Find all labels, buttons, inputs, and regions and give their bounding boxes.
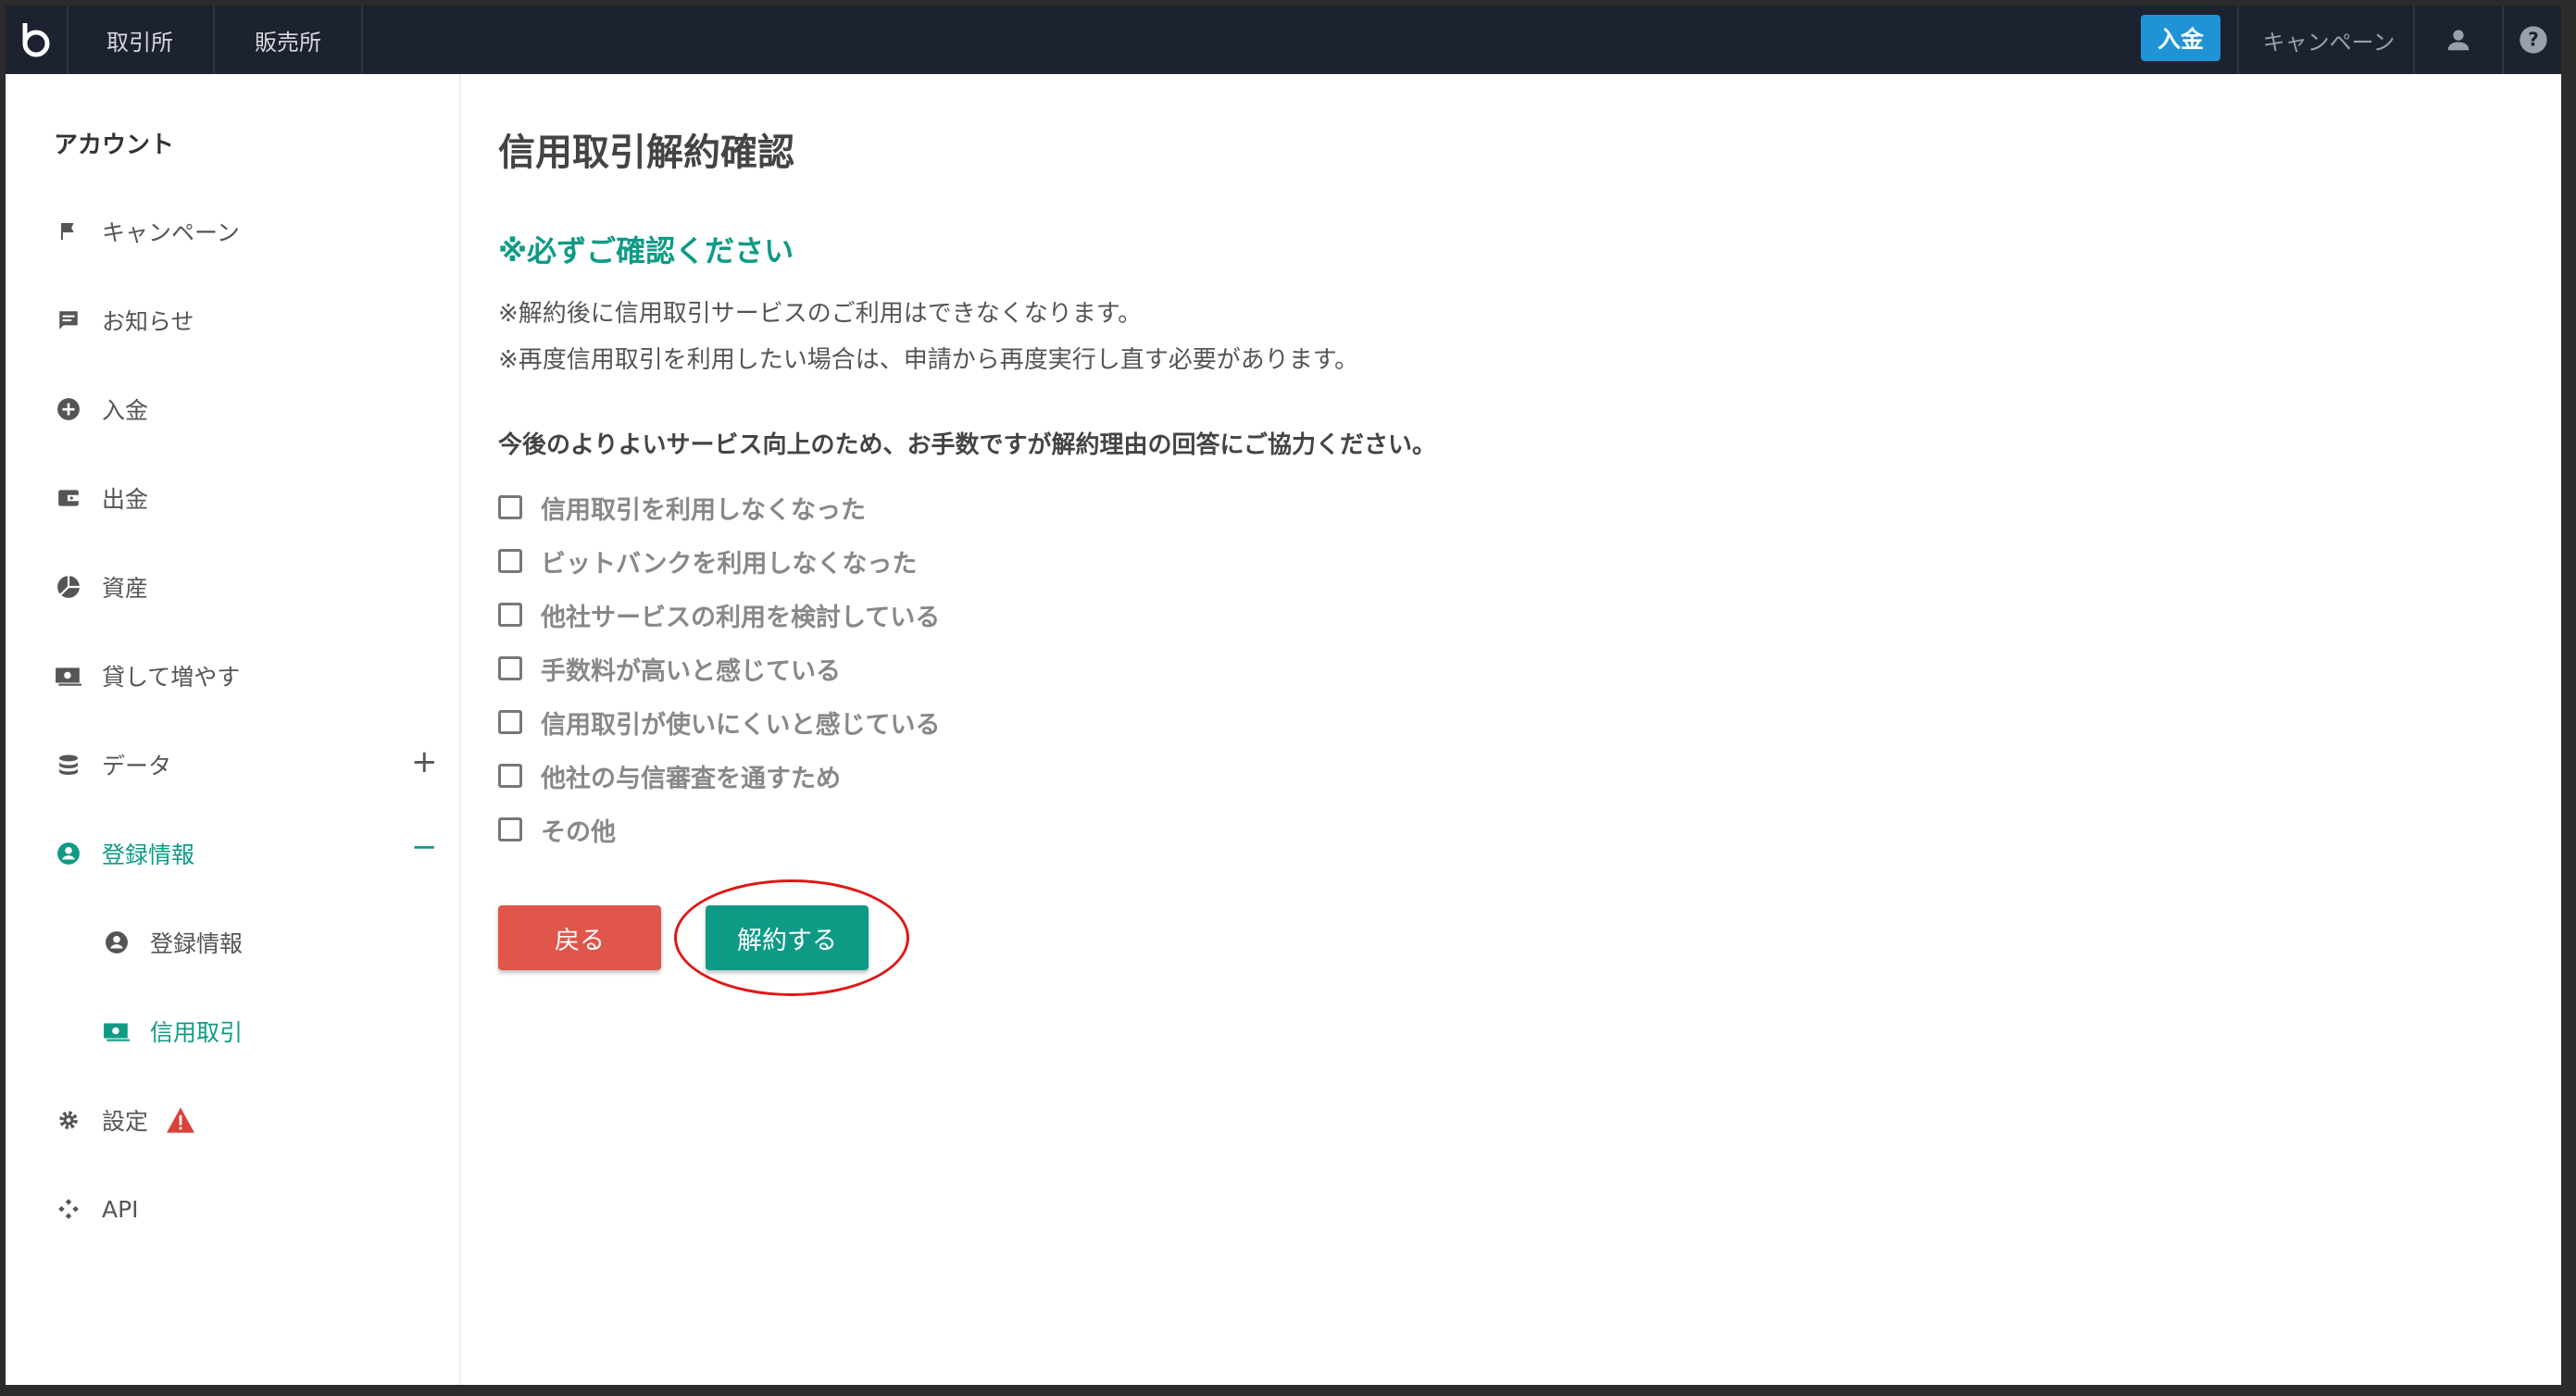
checkbox-label: 手数料が高いと感じている bbox=[541, 656, 841, 686]
sidebar-item-label: 入金 bbox=[102, 397, 149, 424]
bitbank-logo-icon[interactable] bbox=[6, 6, 69, 74]
collapse-toggle[interactable]: − bbox=[411, 831, 438, 863]
sidebar-item-lending[interactable]: 貸して増やす bbox=[54, 657, 240, 694]
main-content: 信用取引解約確認 ※必ずご確認ください ※解約後に信用取引サービスのご利用はでき… bbox=[461, 74, 2561, 1385]
sidebar: アカウント キャンペーン お知らせ 入金 出金 資産 貸して増やす データ + … bbox=[6, 74, 461, 1385]
sidebar-item-campaign[interactable]: キャンペーン bbox=[54, 213, 240, 250]
user-icon[interactable] bbox=[2417, 6, 2500, 74]
sidebar-item-label: 登録情報 bbox=[102, 841, 195, 868]
checkbox-label: 他社の与信審査を通すため bbox=[541, 764, 841, 793]
sidebar-item-label: 登録情報 bbox=[150, 930, 244, 957]
sidebar-item-label: 信用取引 bbox=[150, 1019, 244, 1046]
top-bar: 取引所 販売所 入金 キャンペーン ? bbox=[6, 6, 2561, 74]
help-icon[interactable]: ? bbox=[2506, 6, 2561, 74]
nav-sales[interactable]: 販売所 bbox=[215, 6, 363, 74]
reason-checkbox-row[interactable]: 他社サービスの利用を検討している bbox=[498, 596, 940, 633]
account-circle-icon bbox=[102, 928, 131, 957]
database-icon bbox=[54, 750, 83, 779]
checkbox-label: ビットバンクを利用しなくなった bbox=[541, 549, 918, 579]
checkbox[interactable] bbox=[498, 764, 522, 788]
sidebar-subitem-registration[interactable]: 登録情報 bbox=[102, 924, 243, 961]
sidebar-item-registration[interactable]: 登録情報 bbox=[54, 835, 194, 872]
reason-checkbox-row[interactable]: 信用取引が使いにくいと感じている bbox=[498, 704, 940, 741]
message-icon bbox=[54, 305, 83, 335]
sidebar-item-label: 出金 bbox=[102, 486, 149, 513]
divider bbox=[2413, 6, 2415, 74]
reason-checkbox-row[interactable]: 他社の与信審査を通すため bbox=[498, 757, 841, 794]
api-icon bbox=[54, 1194, 83, 1224]
nav-exchange[interactable]: 取引所 bbox=[67, 6, 215, 74]
divider bbox=[2502, 6, 2504, 74]
survey-question: 今後のよりよいサービス向上のため、お手数ですが解約理由の回答にご協力ください。 bbox=[498, 431, 1436, 459]
sidebar-subitem-margin-trading[interactable]: 信用取引 bbox=[102, 1013, 243, 1050]
back-button[interactable]: 戻る bbox=[498, 905, 661, 970]
sidebar-item-label: API bbox=[102, 1195, 139, 1223]
gear-icon bbox=[54, 1105, 83, 1135]
reason-checkbox-row[interactable]: その他 bbox=[498, 811, 616, 848]
page-title: 信用取引解約確認 bbox=[498, 131, 794, 174]
flag-icon bbox=[54, 217, 83, 246]
checkbox-label: 信用取引が使いにくいと感じている bbox=[541, 710, 941, 740]
cash-icon bbox=[54, 661, 83, 691]
notice-line: ※解約後に信用取引サービスのご利用はできなくなります。 bbox=[498, 300, 1143, 328]
expand-toggle[interactable]: + bbox=[411, 746, 438, 778]
sidebar-item-label: お知らせ bbox=[102, 308, 194, 335]
checkbox-label: その他 bbox=[541, 817, 616, 847]
notice-line: ※再度信用取引を利用したい場合は、申請から再度実行し直す必要があります。 bbox=[498, 346, 1359, 374]
sidebar-item-settings[interactable]: 設定 bbox=[54, 1102, 196, 1139]
checkbox[interactable] bbox=[498, 495, 522, 519]
checkbox[interactable] bbox=[498, 549, 522, 573]
notice-heading: ※必ずご確認ください bbox=[498, 233, 794, 268]
campaign-link[interactable]: キャンペーン bbox=[2250, 6, 2407, 74]
sidebar-item-withdraw[interactable]: 出金 bbox=[54, 480, 148, 517]
sidebar-item-label: 貸して増やす bbox=[102, 664, 241, 691]
reason-checkbox-row[interactable]: 手数料が高いと感じている bbox=[498, 650, 841, 687]
sidebar-item-label: データ bbox=[102, 753, 172, 779]
reason-checkbox-row[interactable]: 信用取引を利用しなくなった bbox=[498, 489, 866, 526]
wallet-icon bbox=[54, 483, 83, 513]
checkbox[interactable] bbox=[498, 603, 522, 627]
sidebar-item-assets[interactable]: 資産 bbox=[54, 568, 148, 605]
plus-circle-icon bbox=[54, 394, 83, 424]
checkbox[interactable] bbox=[498, 710, 522, 734]
sidebar-item-label: 資産 bbox=[102, 575, 149, 602]
divider bbox=[2237, 6, 2239, 74]
cancel-contract-button[interactable]: 解約する bbox=[706, 905, 869, 970]
warning-icon bbox=[165, 1106, 196, 1134]
cash-icon bbox=[102, 1016, 131, 1046]
checkbox-label: 信用取引を利用しなくなった bbox=[541, 495, 866, 525]
sidebar-item-deposit[interactable]: 入金 bbox=[54, 391, 148, 428]
checkbox-label: 他社サービスの利用を検討している bbox=[541, 603, 941, 632]
reason-checkbox-row[interactable]: ビットバンクを利用しなくなった bbox=[498, 542, 917, 580]
deposit-button[interactable]: 入金 bbox=[2141, 15, 2220, 61]
sidebar-item-label: キャンペーン bbox=[102, 219, 240, 246]
sidebar-item-data[interactable]: データ bbox=[54, 746, 171, 783]
sidebar-item-api[interactable]: API bbox=[54, 1190, 139, 1228]
account-circle-icon bbox=[54, 839, 83, 868]
sidebar-title: アカウント bbox=[54, 131, 175, 159]
sidebar-item-label: 設定 bbox=[102, 1108, 149, 1135]
sidebar-item-notices[interactable]: お知らせ bbox=[54, 302, 194, 339]
checkbox[interactable] bbox=[498, 817, 522, 841]
pie-chart-icon bbox=[54, 572, 83, 602]
checkbox[interactable] bbox=[498, 656, 522, 680]
app-window: 取引所 販売所 入金 キャンペーン ? アカウント キャンペーン お知らせ 入金… bbox=[6, 6, 2561, 1385]
svg-text:?: ? bbox=[2528, 29, 2539, 51]
